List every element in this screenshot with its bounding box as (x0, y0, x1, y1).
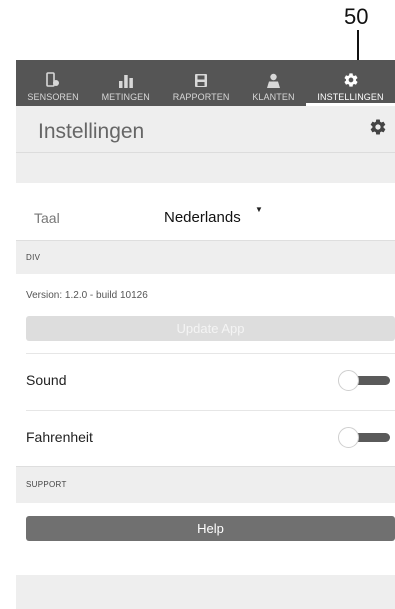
gear-icon[interactable] (369, 118, 387, 141)
toggle-knob (338, 370, 359, 391)
divider (26, 353, 395, 354)
section-header-div: DIV (16, 240, 395, 274)
footer-band (16, 575, 395, 609)
gear-icon (343, 70, 359, 88)
fahrenheit-label: Fahrenheit (26, 429, 93, 445)
version-text: Version: 1.2.0 - build 10126 (26, 290, 148, 301)
callout-number: 50 (344, 4, 369, 29)
tab-instellingen[interactable]: INSTELLINGEN (305, 60, 395, 106)
sound-label: Sound (26, 372, 67, 388)
tab-label: INSTELLINGEN (317, 92, 384, 102)
fahrenheit-toggle[interactable] (338, 427, 390, 449)
sound-toggle[interactable] (338, 370, 390, 392)
tab-label: KLANTEN (252, 92, 295, 102)
person-icon (266, 70, 281, 88)
bar-chart-icon (118, 70, 134, 88)
section-label: DIV (26, 253, 41, 262)
language-select[interactable]: Nederlands (164, 209, 241, 226)
section-header-support: SUPPORT (16, 466, 395, 503)
tab-label: RAPPORTEN (172, 92, 230, 102)
divider (26, 410, 395, 411)
tab-label: METINGEN (101, 92, 150, 102)
section-label: SUPPORT (26, 480, 67, 489)
save-report-icon (194, 70, 208, 88)
page-header: Instellingen (16, 106, 395, 153)
toggle-knob (338, 427, 359, 448)
tab-label: SENSOREN (27, 92, 79, 102)
sensor-icon (46, 70, 60, 88)
page-title: Instellingen (38, 120, 145, 143)
tab-bar: SENSOREN METINGEN RAPPORTEN KLANTEN INST… (16, 60, 395, 106)
header-spacer-band (16, 153, 395, 183)
tab-klanten[interactable]: KLANTEN (241, 60, 306, 106)
help-button[interactable]: Help (26, 516, 395, 541)
dropdown-arrow-icon[interactable]: ▼ (255, 205, 263, 214)
update-app-button[interactable]: Update App (26, 316, 395, 341)
language-label: Taal (34, 210, 60, 226)
tab-sensoren[interactable]: SENSOREN (16, 60, 90, 106)
tab-rapporten[interactable]: RAPPORTEN (161, 60, 241, 106)
tab-metingen[interactable]: METINGEN (90, 60, 161, 106)
